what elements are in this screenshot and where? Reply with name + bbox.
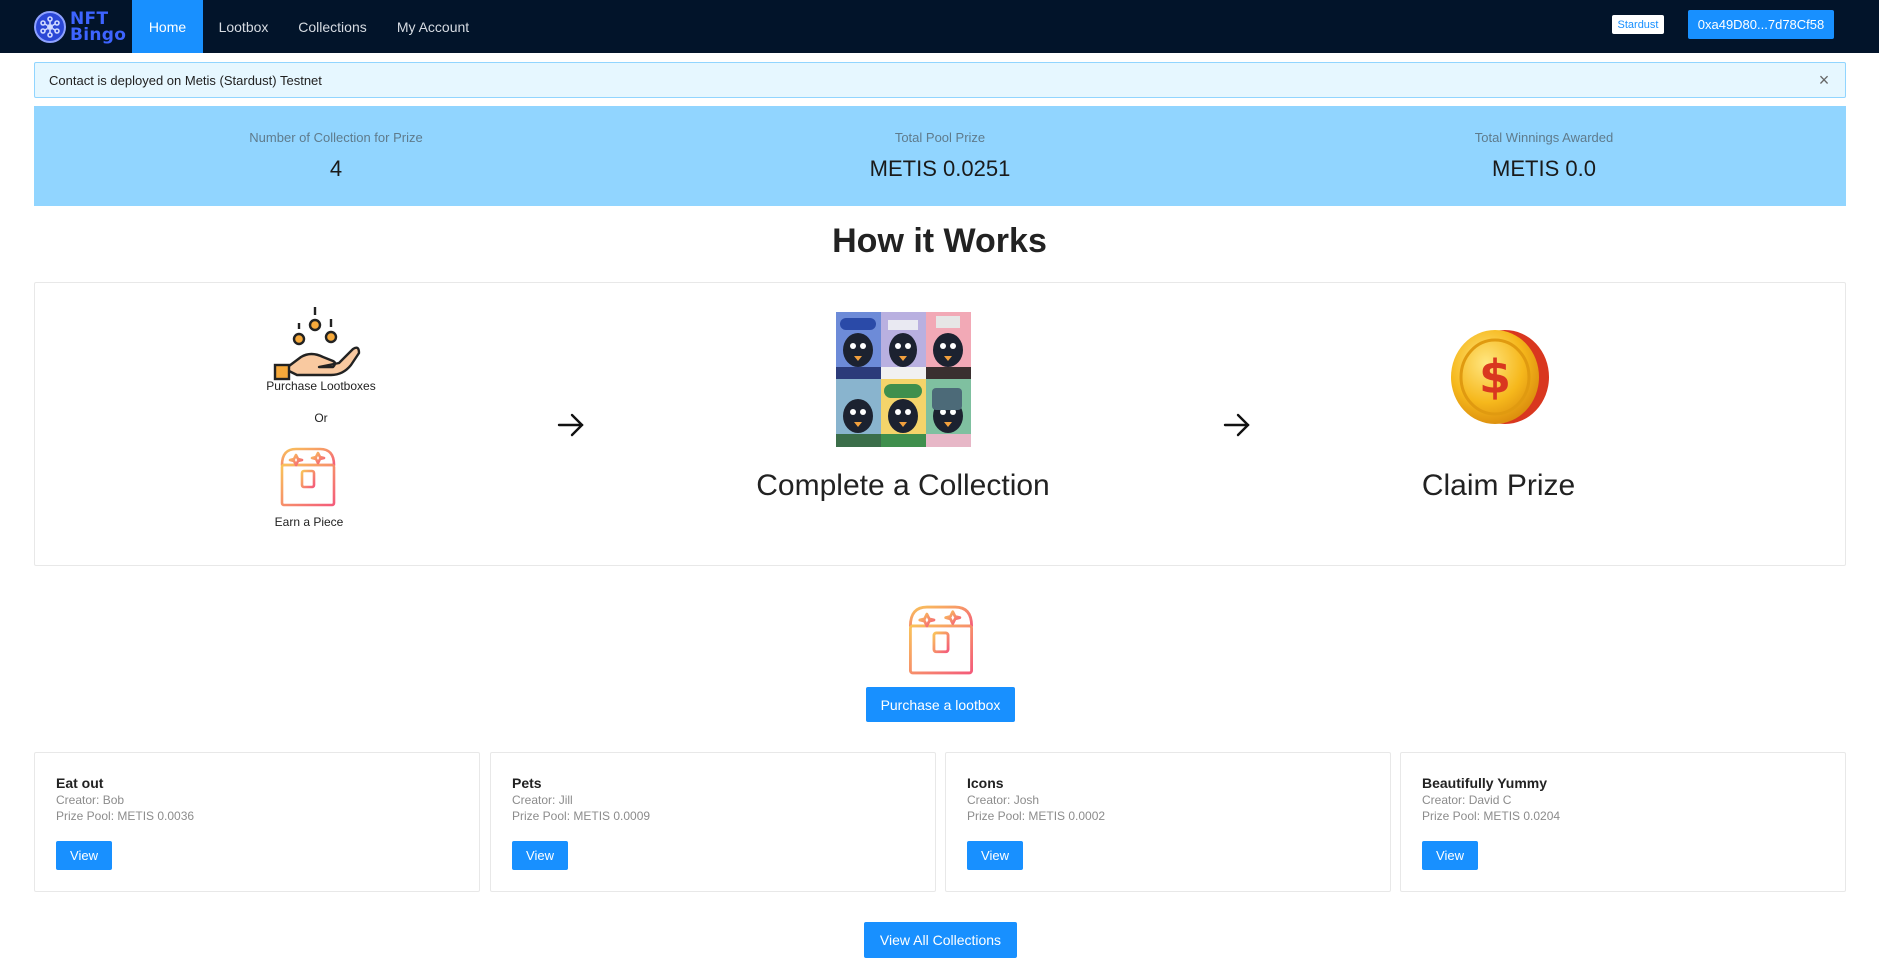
- arrow-right-icon: [557, 413, 584, 437]
- deployment-info-alert: Contact is deployed on Metis (Stardust) …: [34, 62, 1846, 98]
- stat-value: METIS 0.0251: [869, 156, 1011, 181]
- view-collection-button[interactable]: View: [56, 841, 112, 870]
- step1-top-caption: Purchase Lootboxes: [266, 379, 376, 393]
- treasure-chest-icon: [909, 605, 973, 675]
- step2-caption: Complete a Collection: [756, 469, 1050, 502]
- logo-wordmark: NFT Bingo: [70, 10, 127, 45]
- step1-bottom-caption: Earn a Piece: [274, 515, 344, 529]
- nav-item-collections[interactable]: Collections: [291, 0, 374, 53]
- view-all-collections-button[interactable]: View All Collections: [864, 922, 1017, 958]
- creator-prefix: Creator:: [512, 793, 559, 807]
- stat-value: 4: [329, 156, 343, 181]
- how-it-works-panel: Purchase Lootboxes Or Earn a Piece Compl…: [34, 282, 1846, 566]
- stat-label: Total Winnings Awarded: [1474, 130, 1614, 145]
- svg-text:$: $: [1479, 350, 1511, 404]
- collection-prize-pool: Prize Pool: METIS 0.0009: [512, 809, 650, 823]
- logo-line-2: Bingo: [70, 24, 127, 45]
- gold-dollar-coin-icon: $: [1451, 330, 1549, 424]
- prize-value: METIS 0.0002: [1028, 809, 1106, 823]
- prize-value: METIS 0.0009: [573, 809, 651, 823]
- stat-total-pool-prize: Total Pool Prize METIS 0.0251: [638, 106, 1242, 206]
- prize-stats-banner: Number of Collection for Prize 4 Total P…: [34, 106, 1846, 206]
- creator-name: Bob: [102, 793, 125, 807]
- creator-name: Josh: [1013, 793, 1040, 807]
- step3-caption: Claim Prize: [1421, 469, 1576, 502]
- close-icon[interactable]: ×: [1813, 69, 1835, 91]
- nav-item-my-account[interactable]: My Account: [391, 0, 475, 53]
- nft-bingo-logo[interactable]: NFT Bingo: [34, 0, 132, 53]
- top-navbar: NFT Bingo Home Lootbox Collections My Ac…: [0, 0, 1879, 53]
- collection-creator: Creator: David C: [1422, 793, 1511, 807]
- collection-card: Beautifully Yummy Creator: David C Prize…: [1400, 752, 1846, 892]
- how-it-works-heading: How it Works: [832, 222, 1047, 260]
- creator-name: David C: [1468, 793, 1512, 807]
- nft-collage-image: [836, 312, 971, 447]
- arrow-right-icon: [1223, 413, 1250, 437]
- stat-total-winnings: Total Winnings Awarded METIS 0.0: [1242, 106, 1846, 206]
- prize-prefix: Prize Pool:: [512, 809, 574, 823]
- collection-card: Eat out Creator: Bob Prize Pool: METIS 0…: [34, 752, 480, 892]
- collection-title: Icons: [967, 775, 1004, 791]
- collection-card: Pets Creator: Jill Prize Pool: METIS 0.0…: [490, 752, 936, 892]
- creator-prefix: Creator:: [967, 793, 1014, 807]
- step1-or-caption: Or: [314, 411, 328, 425]
- view-collection-button[interactable]: View: [967, 841, 1023, 870]
- collection-prize-pool: Prize Pool: METIS 0.0036: [56, 809, 194, 823]
- stat-value: METIS 0.0: [1492, 156, 1596, 181]
- hand-coins-icon: [273, 307, 361, 381]
- collection-prize-pool: Prize Pool: METIS 0.0002: [967, 809, 1105, 823]
- stat-label: Total Pool Prize: [894, 130, 986, 145]
- prize-value: METIS 0.0036: [117, 809, 195, 823]
- creator-prefix: Creator:: [56, 793, 103, 807]
- collection-prize-pool: Prize Pool: METIS 0.0204: [1422, 809, 1560, 823]
- collection-creator: Creator: Bob: [56, 793, 124, 807]
- collection-card: Icons Creator: Josh Prize Pool: METIS 0.…: [945, 752, 1391, 892]
- prize-prefix: Prize Pool:: [1422, 809, 1484, 823]
- prize-prefix: Prize Pool:: [967, 809, 1029, 823]
- stat-collections-for-prize: Number of Collection for Prize 4: [34, 106, 638, 206]
- collection-title: Beautifully Yummy: [1422, 775, 1548, 791]
- collection-title: Pets: [512, 775, 542, 791]
- prize-prefix: Prize Pool:: [56, 809, 118, 823]
- network-badge: Stardust: [1612, 15, 1664, 34]
- view-collection-button[interactable]: View: [512, 841, 568, 870]
- purchase-lootbox-button[interactable]: Purchase a lootbox: [866, 687, 1015, 722]
- nav-item-home[interactable]: Home: [132, 0, 203, 53]
- wallet-address-button[interactable]: 0xa49D80...7d78Cf58: [1688, 10, 1834, 39]
- creator-name: Jill: [558, 793, 573, 807]
- collection-creator: Creator: Josh: [967, 793, 1039, 807]
- prize-value: METIS 0.0204: [1483, 809, 1561, 823]
- creator-prefix: Creator:: [1422, 793, 1469, 807]
- alert-message: Contact is deployed on Metis (Stardust) …: [49, 72, 322, 88]
- collection-title: Eat out: [56, 775, 104, 791]
- view-collection-button[interactable]: View: [1422, 841, 1478, 870]
- logo-emblem-icon: [34, 10, 66, 43]
- treasure-chest-icon: [280, 447, 336, 507]
- stat-label: Number of Collection for Prize: [249, 130, 423, 145]
- nav-item-lootbox[interactable]: Lootbox: [208, 0, 279, 53]
- collection-creator: Creator: Jill: [512, 793, 573, 807]
